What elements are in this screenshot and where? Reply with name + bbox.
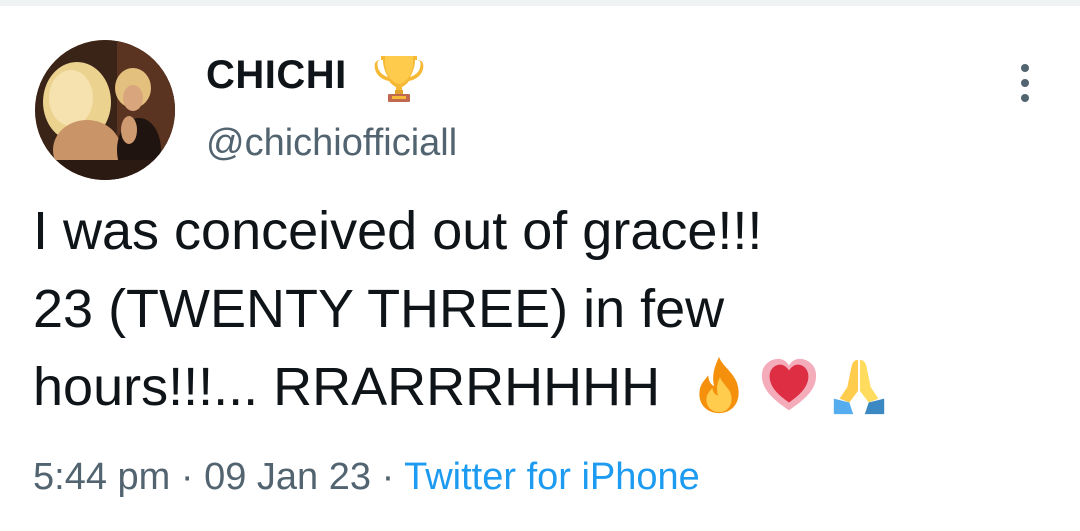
display-name[interactable]: CHICHI — [206, 55, 347, 95]
user-handle[interactable]: @chichiofficiall — [206, 124, 457, 162]
tweet-line: I was conceived out of grace!!! — [33, 201, 763, 261]
tweet-line: hours!!!... RRARRRHHHH — [33, 357, 661, 417]
tweet-source-link[interactable]: Twitter for iPhone — [404, 456, 700, 498]
more-options-button[interactable] — [1005, 58, 1045, 108]
more-icon-dot — [1021, 79, 1029, 87]
meta-separator: · — [180, 456, 194, 498]
tweet-line: 23 (TWENTY THREE) in few — [33, 279, 725, 339]
more-icon-dot — [1021, 64, 1029, 72]
tweet-date[interactable]: 09 Jan 23 — [204, 456, 371, 498]
tweet-line-with-emojis: hours!!!... RRARRRHHHH — [33, 348, 1053, 426]
heart-icon — [761, 358, 817, 410]
more-icon-dot — [1021, 94, 1029, 102]
avatar[interactable] — [35, 40, 175, 180]
tweet-time[interactable]: 5:44 pm — [33, 456, 170, 498]
folded-hands-icon — [833, 359, 885, 414]
avatar-photo — [35, 40, 175, 180]
tweet-card: CHICHI @chichiofficiall I was conceived … — [0, 0, 1080, 531]
fire-icon — [699, 356, 739, 413]
tweet-meta: 5:44 pm · 09 Jan 23 · Twitter for iPhone — [33, 458, 700, 496]
meta-separator: · — [381, 456, 395, 498]
tweet-text: I was conceived out of grace!!! 23 (TWEN… — [33, 192, 1053, 426]
trophy-icon — [374, 56, 424, 102]
